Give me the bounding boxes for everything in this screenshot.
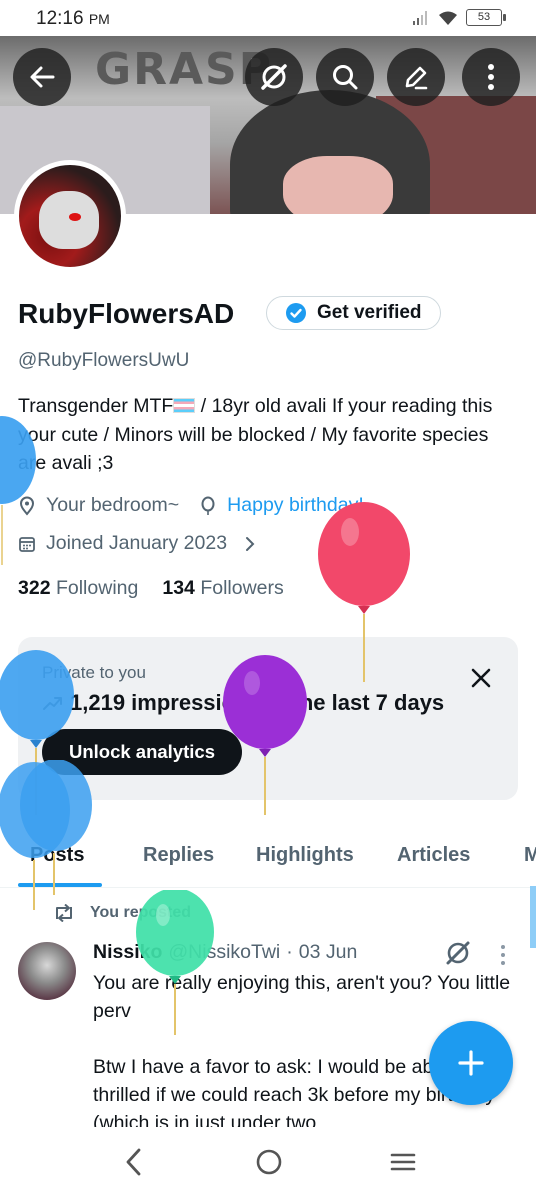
- verified-badge-icon: [286, 303, 306, 323]
- balloon-icon: [201, 496, 215, 515]
- search-icon: [333, 65, 358, 90]
- status-time: 12:16 PM: [36, 8, 110, 29]
- followers-link[interactable]: 134 Followers: [162, 577, 283, 600]
- more-options-button[interactable]: [462, 48, 520, 106]
- wifi-icon: [439, 11, 457, 25]
- system-nav-bar: [0, 1127, 536, 1200]
- grok-slash-icon: [261, 64, 287, 90]
- avatar-art-eye: [69, 213, 81, 221]
- status-bar: 12:16 PM 53: [0, 0, 536, 36]
- get-verified-button[interactable]: Get verified: [266, 296, 441, 330]
- profile-avatar[interactable]: [14, 160, 126, 272]
- avatar-art: [39, 191, 99, 249]
- status-icons: 53: [412, 9, 506, 26]
- user-handle: @RubyFlowersUwU: [18, 350, 190, 371]
- profile-bio: Transgender MTF / 18yr old avali If your…: [18, 395, 493, 474]
- post-header: Nissiko @NissikoTwi · 03 Jun: [93, 941, 357, 964]
- balloon-decoration: [0, 760, 92, 910]
- battery-icon: 53: [466, 9, 506, 26]
- nav-home-icon[interactable]: [255, 1147, 283, 1177]
- balloon-decoration: [136, 890, 214, 1035]
- grok-slash-icon[interactable]: [444, 939, 472, 967]
- tab-articles[interactable]: Articles: [397, 844, 470, 867]
- balloon-decoration: [223, 655, 307, 815]
- compose-post-button[interactable]: [429, 1021, 513, 1105]
- more-vertical-icon[interactable]: [500, 944, 506, 966]
- balloon-decoration: [318, 502, 410, 682]
- chevron-right-icon: [246, 536, 255, 551]
- pencil-icon: [405, 66, 428, 90]
- location-text: Your bedroom~: [46, 494, 180, 516]
- back-button[interactable]: [13, 48, 71, 106]
- joined-row[interactable]: Joined January 2023: [18, 532, 257, 555]
- nav-back-icon[interactable]: [124, 1147, 144, 1177]
- search-button[interactable]: [316, 48, 374, 106]
- more-vertical-icon: [488, 64, 494, 90]
- scrollbar[interactable]: [530, 886, 536, 948]
- post-separator: ·: [286, 941, 293, 963]
- joined-text: Joined January 2023: [46, 532, 228, 554]
- nav-recents-icon[interactable]: [390, 1147, 416, 1177]
- balloon-decoration: [0, 416, 36, 565]
- following-link[interactable]: 322 Following: [18, 577, 138, 600]
- follow-stats: 322 Following 134 Followers: [18, 577, 284, 600]
- tab-highlights[interactable]: Highlights: [256, 844, 354, 867]
- post-date[interactable]: 03 Jun: [299, 941, 358, 964]
- display-name: RubyFlowersAD: [18, 298, 235, 329]
- profile-meta-row: Your bedroom~ Happy birthday!: [18, 494, 364, 517]
- trans-flag-emoji: [173, 398, 196, 413]
- plus-icon: [458, 1050, 484, 1076]
- banner-character-face: [283, 156, 393, 214]
- tab-media[interactable]: M: [524, 844, 536, 867]
- close-icon[interactable]: [470, 667, 492, 689]
- arrow-left-icon: [30, 66, 55, 88]
- grok-button[interactable]: [245, 48, 303, 106]
- edit-profile-button[interactable]: [387, 48, 445, 106]
- post-author-avatar[interactable]: [18, 942, 76, 1000]
- signal-icon: [413, 10, 427, 25]
- tab-replies[interactable]: Replies: [143, 844, 214, 867]
